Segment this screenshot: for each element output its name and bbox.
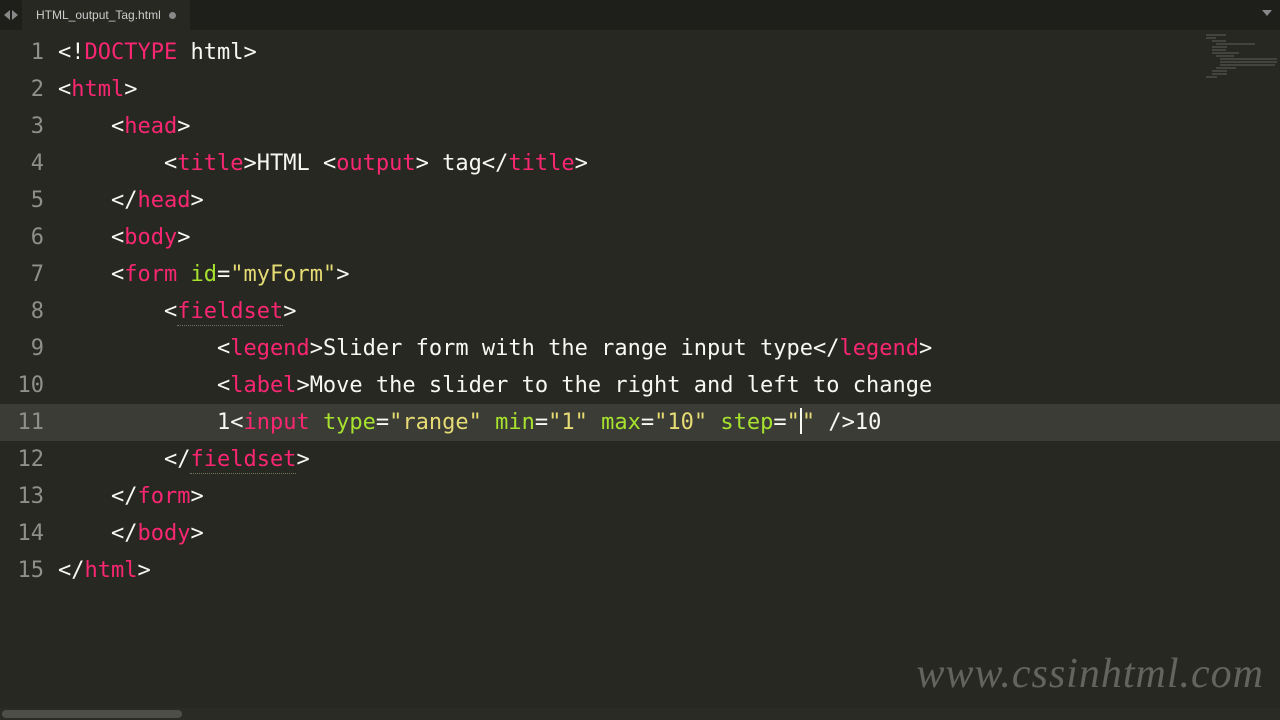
line-number: 11 xyxy=(0,404,58,441)
line-number: 8 xyxy=(0,293,44,330)
tab-dropdown-icon[interactable] xyxy=(1262,10,1272,16)
code-line: <html> xyxy=(58,71,1280,108)
file-tab-label: HTML_output_Tag.html xyxy=(36,8,161,22)
line-number: 12 xyxy=(0,441,44,478)
line-number: 9 xyxy=(0,330,44,367)
code-line: <legend>Slider form with the range input… xyxy=(58,330,1280,367)
code-line: <fieldset> xyxy=(58,293,1280,330)
tab-bar: HTML_output_Tag.html xyxy=(0,0,1280,30)
code-line: <form id="myForm"> xyxy=(58,256,1280,293)
code-line: <body> xyxy=(58,219,1280,256)
line-number: 7 xyxy=(0,256,44,293)
line-number: 3 xyxy=(0,108,44,145)
line-number: 13 xyxy=(0,478,44,515)
tab-next-icon[interactable] xyxy=(12,10,18,20)
line-number: 14 xyxy=(0,515,44,552)
code-line: <title>HTML <output> tag</title> xyxy=(58,145,1280,182)
editor-area: 1 2 3 4 5 6 7 8 9 10 11 12 13 14 15 <!DO… xyxy=(0,30,1280,708)
line-number: 5 xyxy=(0,182,44,219)
code-line: </fieldset> xyxy=(58,441,1280,478)
code-line: </body> xyxy=(58,515,1280,552)
dirty-indicator-icon xyxy=(169,12,176,19)
code-line: </head> xyxy=(58,182,1280,219)
code-line: <label>Move the slider to the right and … xyxy=(58,367,1280,404)
code-content[interactable]: <!DOCTYPE html> <html> <head> <title>HTM… xyxy=(58,30,1280,708)
code-line: <head> xyxy=(58,108,1280,145)
line-number-gutter: 1 2 3 4 5 6 7 8 9 10 11 12 13 14 15 xyxy=(0,30,58,708)
line-number: 10 xyxy=(0,367,44,404)
code-line: </form> xyxy=(58,478,1280,515)
scrollbar-thumb[interactable] xyxy=(2,710,182,718)
code-line: <!DOCTYPE html> xyxy=(58,34,1280,71)
horizontal-scrollbar[interactable] xyxy=(0,708,1280,720)
tab-nav-arrows xyxy=(0,10,22,20)
code-line: 1<input type="range" min="1" max="10" st… xyxy=(58,404,1280,441)
line-number: 1 xyxy=(0,34,44,71)
line-number: 15 xyxy=(0,552,44,589)
tab-prev-icon[interactable] xyxy=(4,10,10,20)
code-line: </html> xyxy=(58,552,1280,589)
line-number: 6 xyxy=(0,219,44,256)
line-number: 2 xyxy=(0,71,44,108)
file-tab[interactable]: HTML_output_Tag.html xyxy=(22,0,190,30)
line-number: 4 xyxy=(0,145,44,182)
